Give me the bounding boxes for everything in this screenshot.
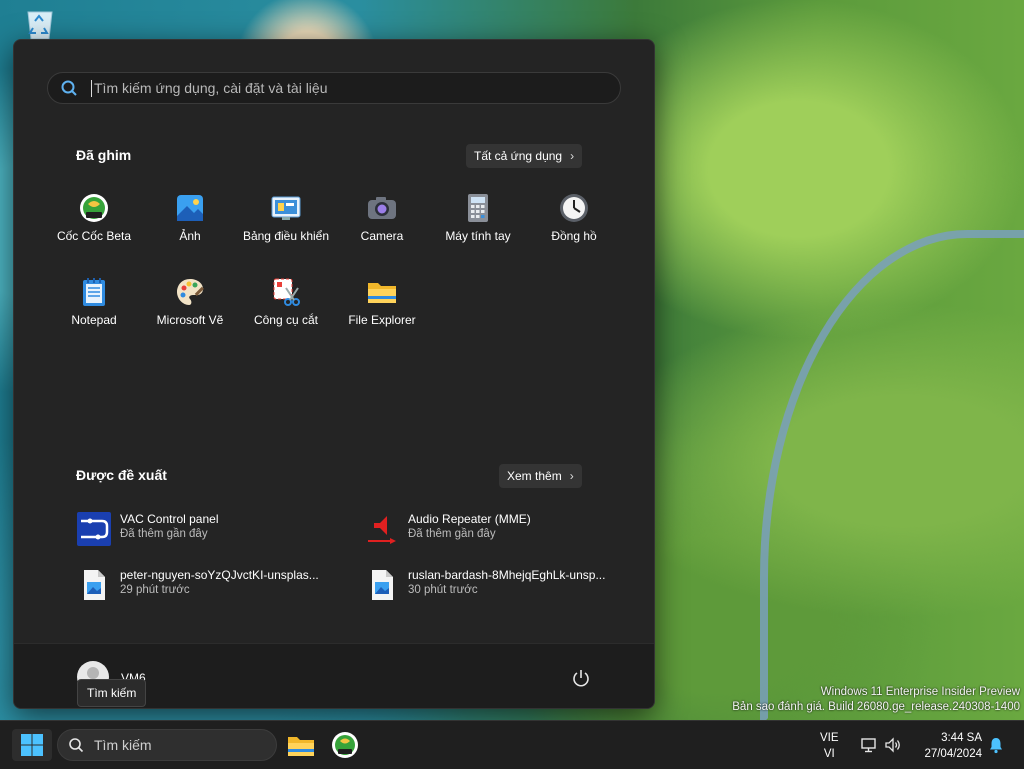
app-label: File Explorer [348, 313, 416, 327]
folder-icon[interactable] [285, 729, 317, 761]
app-label: Máy tính tay [445, 229, 511, 243]
calculator-icon [468, 194, 488, 222]
pinned-app-snipping-tool[interactable]: Công cụ cắt [238, 276, 334, 336]
taskbar-search-box[interactable]: Tìm kiếm [57, 729, 277, 761]
photos-icon [177, 195, 203, 221]
vac-control-icon [77, 512, 111, 546]
app-label: Notepad [71, 313, 117, 327]
recommended-item[interactable]: ruslan-bardash-8MhejqEghLk-unsp... 30 ph… [364, 567, 634, 611]
recommended-item[interactable]: Audio Repeater (MME) Đã thêm gần đây [364, 511, 634, 555]
recommended-item-name: VAC Control panel [120, 512, 219, 526]
volume-icon[interactable] [884, 736, 902, 754]
chevron-right-icon: › [570, 149, 575, 163]
search-tooltip: Tìm kiếm [77, 679, 147, 707]
app-label: Cốc Cốc Beta [56, 229, 132, 243]
recommended-item-name: peter-nguyen-soYzQJvctKI-unsplas... [120, 568, 319, 582]
recommended-item-name: ruslan-bardash-8MhejqEghLk-unsp... [408, 568, 606, 582]
start-search-input[interactable]: Tìm kiếm ứng dụng, cài đặt và tài liệu [47, 72, 621, 104]
control-panel-icon [271, 196, 301, 220]
text-cursor [91, 80, 92, 97]
camera-icon [368, 197, 396, 219]
recommended-item-time: 30 phút trước [408, 584, 478, 596]
language-code: VIE [820, 732, 839, 744]
snipping-tool-icon [273, 278, 300, 306]
app-label: Công cụ cắt [253, 313, 319, 327]
watermark-line-2: Bản sao đánh giá. Build 26080.ge_release… [732, 701, 1020, 713]
search-icon [61, 80, 77, 96]
notification-bell-icon[interactable] [987, 736, 1005, 754]
pinned-app-calculator[interactable]: Máy tính tay [430, 192, 526, 252]
recycle-bin-icon[interactable] [22, 8, 58, 40]
watermark-line-1: Windows 11 Enterprise Insider Preview [820, 686, 1020, 698]
pinned-app-paint[interactable]: Microsoft Vẽ [142, 276, 238, 336]
recommended-item-time: Đã thêm gần đây [120, 528, 208, 540]
pinned-app-coccoc-beta[interactable]: Cốc Cốc Beta [46, 192, 142, 252]
search-placeholder: Tìm kiếm ứng dụng, cài đặt và tài liệu [94, 80, 328, 96]
recommended-item-time: Đã thêm gần đây [408, 528, 496, 540]
search-icon [69, 738, 84, 753]
app-label: Microsoft Vẽ [156, 313, 224, 327]
input-language-indicator[interactable]: VIE VI [820, 730, 839, 762]
audio-repeater-icon [368, 516, 396, 544]
keyboard-layout: VI [823, 748, 835, 760]
clock-date: 27/04/2024 [924, 748, 982, 760]
image-file-icon [84, 570, 105, 600]
network-icon[interactable] [860, 736, 878, 754]
more-recommended-button[interactable]: Xem thêm › [499, 464, 582, 488]
app-label: Camera [360, 229, 404, 243]
pinned-app-clock[interactable]: Đồng hồ [526, 192, 622, 252]
recommended-item[interactable]: peter-nguyen-soYzQJvctKI-unsplas... 29 p… [76, 567, 346, 611]
pinned-section-title: Đã ghim [76, 147, 132, 163]
pinned-app-notepad[interactable]: Notepad [46, 276, 142, 336]
pinned-app-photos[interactable]: Ảnh [142, 192, 238, 252]
recommended-item[interactable]: VAC Control panel Đã thêm gần đây [76, 511, 346, 555]
chevron-right-icon: › [569, 469, 574, 483]
windows-logo-icon [21, 734, 43, 756]
clock-time: 3:44 SA [941, 732, 982, 744]
pinned-app-camera[interactable]: Camera [334, 192, 430, 252]
more-label: Xem thêm [507, 469, 562, 483]
recommended-item-name: Audio Repeater (MME) [408, 512, 531, 526]
paint-icon [177, 279, 204, 305]
taskbar: Tìm kiếm VIE VI 3:44 SA 27/04/2024 [0, 720, 1024, 769]
app-label: Đồng hồ [551, 229, 597, 243]
app-label: Ảnh [179, 229, 201, 243]
recommended-section-title: Được đề xuất [76, 467, 167, 483]
pinned-app-file-explorer[interactable]: File Explorer [334, 276, 430, 336]
wallpaper-river [760, 230, 1024, 726]
all-apps-label: Tất cả ứng dụng [474, 149, 563, 163]
taskbar-search-label: Tìm kiếm [94, 737, 152, 753]
all-apps-button[interactable]: Tất cả ứng dụng › [466, 144, 583, 168]
app-label: Bảng điều khiển [242, 229, 330, 243]
coccoc-beta-icon [80, 194, 108, 222]
clock-icon [560, 194, 588, 222]
coccoc-beta-icon[interactable] [329, 729, 361, 761]
pinned-app-control-panel[interactable]: Bảng điều khiển [238, 192, 334, 252]
power-icon[interactable] [571, 668, 591, 688]
image-file-icon [372, 570, 393, 600]
start-menu: Tìm kiếm ứng dụng, cài đặt và tài liệu Đ… [13, 39, 655, 709]
system-clock[interactable]: 3:44 SA 27/04/2024 [912, 730, 982, 762]
folder-icon [368, 283, 396, 303]
recommended-item-time: 29 phút trước [120, 584, 190, 596]
notepad-icon [83, 278, 105, 306]
start-button[interactable] [12, 729, 52, 761]
